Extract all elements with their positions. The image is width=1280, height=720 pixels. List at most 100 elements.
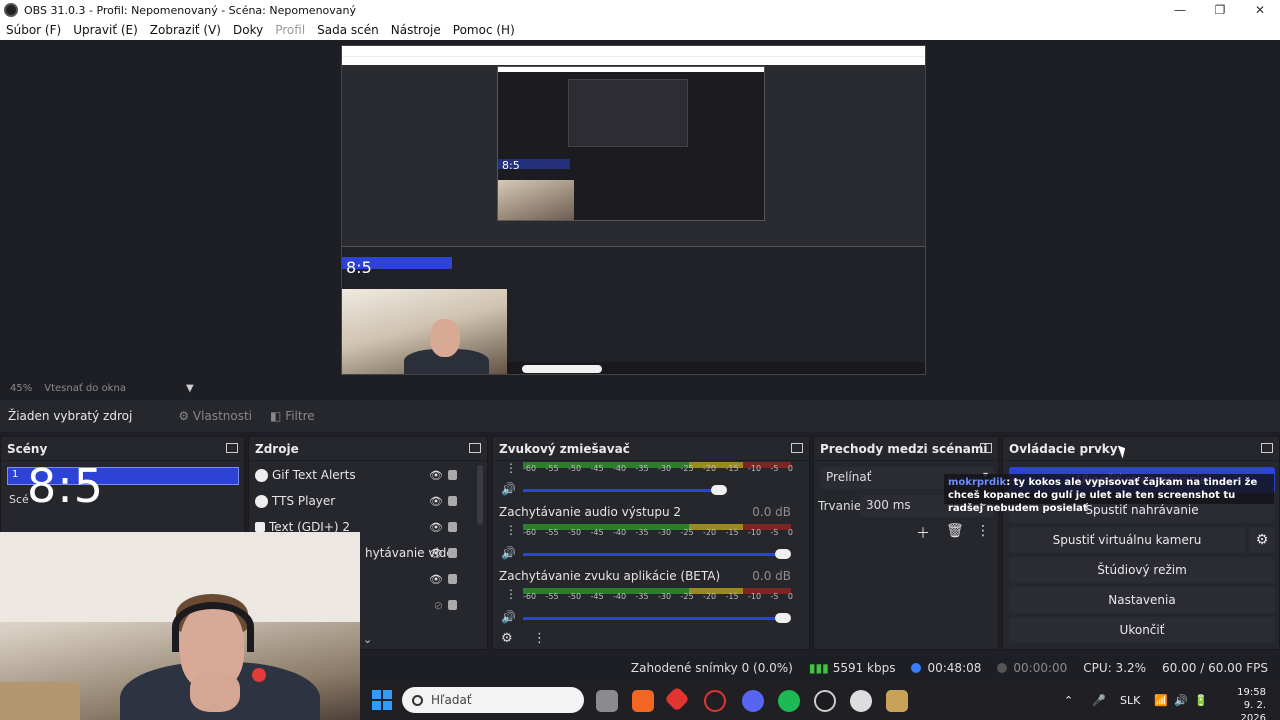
taskbar-clock[interactable]: 19:58 9. 2. 2026 [1216,686,1266,720]
add-icon[interactable]: ＋ [916,523,930,543]
meter-tick-label: -50 [568,592,582,601]
language-indicator[interactable]: SLK [1120,680,1140,720]
close-button[interactable]: ✕ [1240,0,1280,20]
lock-icon[interactable] [448,496,457,506]
stream-icon [911,663,922,673]
undock-icon[interactable] [791,443,803,453]
meter-tick-label: -20 [703,464,717,473]
gear-icon[interactable]: ⚙ [1249,527,1275,553]
meter-tick-label: -25 [680,592,694,601]
menu-docks[interactable]: Doky [227,23,269,37]
scrollbar[interactable] [477,465,483,525]
preview-area[interactable]: 8:5 8:5 [0,40,1280,380]
chevron-down-icon[interactable]: ⌄ [363,633,372,646]
advanced-audio-gear-icon[interactable]: ⚙ [501,631,513,646]
maximize-button[interactable]: ❐ [1200,0,1240,20]
meter-tick-label: -35 [635,464,649,473]
menu-view[interactable]: Zobraziť (V) [144,23,227,37]
menu-scene-collection[interactable]: Sada scén [311,23,385,37]
meter-tick-label: -55 [545,592,559,601]
slider-knob[interactable] [775,549,791,559]
channel-db: 0.0 dB [752,505,791,519]
battery-icon[interactable]: 🔋 [1194,680,1208,720]
eye-hidden-icon[interactable]: ⊘ [434,599,443,612]
studio-mode-button[interactable]: Štúdiový režim [1009,557,1275,583]
meter-tick-label: -30 [658,528,672,537]
undock-icon[interactable] [1261,443,1273,453]
gear-icon: ⚙ [178,409,190,423]
obs-icon[interactable] [814,690,836,712]
opera-icon[interactable] [704,690,726,712]
fps-indicator: 60.00 / 60.00 FPS [1162,661,1268,675]
source-item[interactable]: TTS Player 👁 [255,489,481,513]
lock-icon[interactable] [448,574,457,584]
channel-menu-icon[interactable]: ⋮ [505,587,517,601]
volume-slider[interactable] [523,549,791,559]
channel-menu-icon[interactable]: ⋮ [505,461,517,475]
brave-icon[interactable] [632,690,654,712]
volume-icon[interactable]: 🔊 [501,482,516,496]
volume-icon[interactable]: 🔊 [501,546,516,560]
properties-button[interactable]: ⚙ Vlastnosti [172,405,258,427]
app-icon[interactable] [850,690,872,712]
slider-knob[interactable] [711,485,727,495]
scene-number: 1 [12,469,19,480]
meter-tick-label: -10 [748,592,762,601]
meter-scale: -60 -55 -50 -45 -40 -35 -30 -25 -20 -15 -10 -5 0 [523,528,793,538]
volume-icon[interactable]: 🔊 [501,610,516,624]
app-active-icon[interactable] [886,690,908,712]
meter-tick-label: 0 [787,592,793,601]
volume-slider[interactable] [523,613,791,623]
chevron-down-icon[interactable]: ▼ [186,383,194,394]
settings-button[interactable]: Nastavenia [1009,587,1275,613]
eye-icon[interactable]: 👁 [429,573,443,586]
wifi-icon[interactable]: 📶 [1154,680,1168,720]
search-placeholder: Hľadať [431,693,472,707]
minimize-button[interactable]: — [1160,0,1200,20]
undock-icon[interactable] [226,443,238,453]
file-explorer-icon[interactable] [596,690,618,712]
windows-start-icon[interactable] [372,690,392,710]
mixer-menu-icon[interactable]: ⋮ [533,631,546,646]
lock-icon[interactable] [448,600,457,610]
discord-icon[interactable] [742,690,764,712]
channel-db: 0.0 dB [752,569,791,583]
eye-icon[interactable]: 👁 [429,547,443,560]
fit-dropdown[interactable]: Vtesnať do okna [44,383,126,394]
record-icon [997,663,1008,673]
volume-slider[interactable] [523,485,727,495]
exit-button[interactable]: Ukončiť [1009,617,1275,643]
eye-icon[interactable]: 👁 [429,469,443,482]
undock-icon[interactable] [469,443,481,453]
eye-icon[interactable]: 👁 [429,495,443,508]
meter-tick-label: -40 [613,464,627,473]
undock-icon[interactable] [980,443,992,453]
menu-edit[interactable]: Upraviť (E) [67,23,144,37]
chevron-up-icon[interactable]: ⌃ [1064,680,1073,720]
spotify-icon[interactable] [778,690,800,712]
taskbar-search[interactable]: Hľadať [402,687,584,713]
virtual-camera-button[interactable]: Spustiť virtuálnu kameru [1009,527,1245,553]
menu-file[interactable]: Súbor (F) [0,23,67,37]
lock-icon[interactable] [448,522,457,532]
speaker-icon[interactable]: 🔊 [1174,680,1188,720]
filters-button[interactable]: ◧ Filtre [264,405,321,427]
scene-item[interactable]: Scé [9,493,29,506]
stream-time-indicator: 00:48:08 [911,661,981,675]
dropped-frames: Zahodené snímky 0 (0.0%) [630,661,793,675]
menu-tools[interactable]: Nástroje [385,23,447,37]
channel-name: Zachytávanie zvuku aplikácie (BETA) [499,569,721,583]
source-item[interactable]: Gif Text Alerts 👁 [255,463,481,487]
menu-profile[interactable]: Profil [269,23,311,37]
sources-header: Zdroje [249,437,487,461]
channel-menu-icon[interactable]: ⋮ [505,523,517,537]
controls-title: Ovládacie prvky [1009,441,1118,456]
lock-icon[interactable] [448,470,457,480]
microphone-icon[interactable]: 🎤 [1092,680,1106,720]
slider-knob[interactable] [775,613,791,623]
trash-icon[interactable]: 🗑 [946,523,964,539]
eye-icon[interactable]: 👁 [429,521,443,534]
menu-help[interactable]: Pomoc (H) [447,23,521,37]
lock-icon[interactable] [448,548,457,558]
more-icon[interactable]: ⋮ [976,523,990,539]
